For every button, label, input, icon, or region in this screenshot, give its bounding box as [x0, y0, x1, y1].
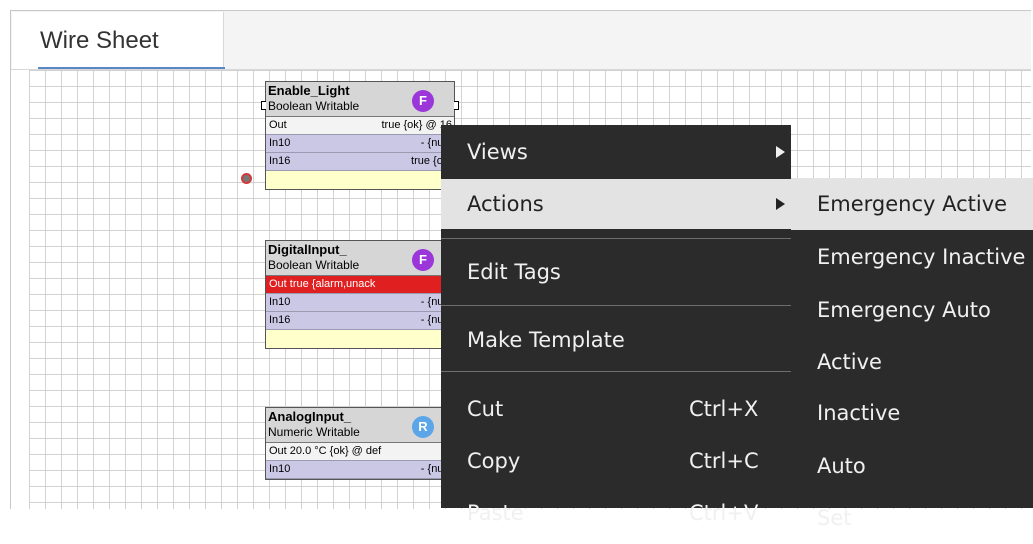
slot-label: Out true {alarm,unack [269, 278, 376, 290]
component-digital-input[interactable]: DigitalInput_ Boolean Writable F Out tru… [265, 240, 455, 349]
menu-item-paste[interactable]: Paste Ctrl+V [441, 488, 791, 538]
slot-row-out-alarm[interactable]: Out true {alarm,unack [266, 276, 454, 294]
menu-item-edit-tags[interactable]: Edit Tags [441, 247, 791, 297]
menu-item-shortcut: Ctrl+X [689, 397, 759, 421]
slot-label: In16 [269, 155, 291, 167]
slot-label: In10 [269, 296, 291, 308]
submenu-item-label: Set [817, 506, 852, 530]
submenu-item-label: Inactive [817, 401, 901, 425]
slot-row-in10[interactable]: In10 - {null} [266, 135, 454, 153]
slot-label: Out [269, 119, 287, 131]
chevron-right-icon [776, 198, 785, 210]
menu-item-copy[interactable]: Copy Ctrl+C [441, 436, 791, 486]
slot-label: Out 20.0 °C {ok} @ def [269, 445, 382, 457]
tab-wire-sheet-label: Wire Sheet [40, 27, 159, 54]
slot-row-out[interactable]: Out true {ok} @ 16 [266, 117, 454, 135]
submenu-item-emergency-inactive[interactable]: Emergency Inactive [791, 231, 1033, 283]
component-name: Enable_Light [268, 83, 350, 98]
submenu-item-label: Auto [817, 454, 866, 478]
menu-item-label: Paste [467, 501, 524, 525]
submenu-item-label: Emergency Inactive [817, 245, 1026, 269]
chevron-right-icon [776, 146, 785, 158]
context-menu: Views Actions Edit Tags Make Template Cu… [441, 125, 791, 525]
component-type: Numeric Writable [268, 425, 360, 439]
submenu-item-label: Emergency Auto [817, 298, 991, 322]
submenu-item-set[interactable]: Set [791, 492, 1033, 544]
menu-separator [441, 371, 791, 372]
component-header: AnalogInput_ Numeric Writable R [266, 408, 454, 443]
menu-item-shortcut: Ctrl+V [689, 501, 759, 525]
component-analog-input[interactable]: AnalogInput_ Numeric Writable R Out 20.0… [265, 407, 455, 480]
slot-row-in10[interactable]: In10 - {null} [266, 294, 454, 312]
menu-item-label: Make Template [467, 328, 625, 352]
submenu-item-emergency-auto[interactable]: Emergency Auto [791, 284, 1033, 336]
component-footer [266, 171, 454, 189]
slot-row-in16[interactable]: In16 true {ok} [266, 153, 454, 171]
actions-submenu: Emergency Active Emergency Inactive Emer… [791, 178, 1033, 530]
slot-label: In10 [269, 463, 291, 475]
submenu-item-emergency-active[interactable]: Emergency Active [791, 178, 1033, 230]
menu-item-label: Cut [467, 397, 504, 421]
menu-item-shortcut: Ctrl+C [689, 449, 759, 473]
menu-item-label: Views [467, 140, 528, 164]
menu-item-label: Actions [467, 192, 544, 216]
component-name: AnalogInput_ [268, 409, 352, 424]
tab-wire-sheet[interactable]: Wire Sheet [12, 12, 225, 69]
submenu-item-label: Emergency Active [817, 192, 1008, 216]
submenu-item-auto[interactable]: Auto [791, 440, 1033, 492]
component-type: Boolean Writable [268, 99, 360, 113]
component-enable-light[interactable]: Enable_Light Boolean Writable F Out true… [261, 81, 459, 190]
component-name: DigitalInput_ [268, 242, 347, 257]
slot-row-in16[interactable]: In16 - {null} [266, 312, 454, 330]
component-footer [266, 330, 454, 348]
active-tab-indicator [38, 67, 225, 69]
slot-row-out[interactable]: Out 20.0 °C {ok} @ def [266, 443, 454, 461]
menu-item-actions[interactable]: Actions [441, 179, 791, 229]
component-header: Enable_Light Boolean Writable F [266, 82, 454, 117]
menu-item-cut[interactable]: Cut Ctrl+X [441, 384, 791, 434]
submenu-item-active[interactable]: Active [791, 336, 1033, 388]
menu-item-make-template[interactable]: Make Template [441, 315, 791, 365]
status-badge-f: F [412, 249, 434, 271]
menu-item-views[interactable]: Views [441, 127, 791, 177]
status-badge-f: F [412, 90, 434, 112]
menu-item-label: Copy [467, 449, 521, 473]
status-badge-r: R [412, 416, 434, 438]
slot-label: In16 [269, 314, 291, 326]
slot-row-in10[interactable]: In10 - {null} [266, 461, 454, 479]
link-connector-icon[interactable] [241, 173, 252, 184]
menu-separator [441, 238, 791, 239]
component-header: DigitalInput_ Boolean Writable F [266, 241, 454, 276]
component-type: Boolean Writable [268, 258, 360, 272]
slot-label: In10 [269, 137, 291, 149]
submenu-item-inactive[interactable]: Inactive [791, 387, 1033, 439]
tab-bar: Wire Sheet [11, 11, 1031, 70]
menu-separator [441, 305, 791, 306]
menu-item-label: Edit Tags [467, 260, 561, 284]
submenu-item-label: Active [817, 350, 882, 374]
